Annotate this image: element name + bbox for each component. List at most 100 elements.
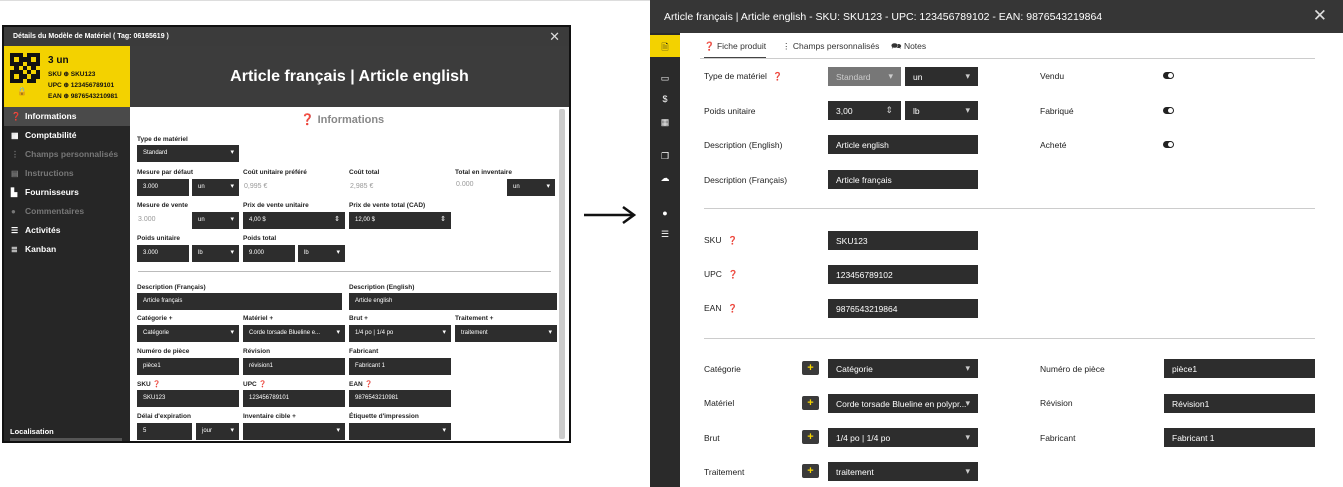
inventaire-cible-label: Inventaire cible +	[243, 413, 296, 420]
type-unit-select[interactable]: un	[905, 67, 978, 86]
sidebar-item-commentaires[interactable]: ● Commentaires	[4, 202, 130, 221]
prix-input[interactable]: 4,00 $	[243, 212, 345, 229]
poids-unit-select[interactable]: lb	[905, 101, 978, 120]
poidstot-input[interactable]: 9.000	[243, 245, 295, 262]
descfr-input[interactable]: Article français	[828, 170, 978, 189]
poids-input[interactable]: 3,00	[828, 101, 901, 120]
tab-champs-personnalises[interactable]: ⋮ Champs personnalisés	[782, 41, 879, 52]
fabrique-label: Fabriqué	[1040, 106, 1074, 116]
materiel-select[interactable]: Corde torsade Blueline en polypr...	[828, 394, 978, 413]
upc-input[interactable]: 123456789102	[828, 265, 978, 284]
prixtot-input[interactable]: 12,00 $	[349, 212, 451, 229]
descen-input[interactable]: Article english	[349, 293, 557, 310]
fabricant-label: Fabricant	[1040, 433, 1076, 443]
delai-unit-select[interactable]: jour	[196, 423, 239, 440]
cubes-icon[interactable]: ☁	[650, 173, 680, 184]
inventaire-unit-select[interactable]: un	[507, 179, 555, 196]
inventaire-cible-select[interactable]	[243, 423, 345, 440]
sidebar-item-informations[interactable]: ❓ Informations	[4, 107, 130, 126]
tab-fiche-produit[interactable]: ❓ Fiche produit	[704, 41, 767, 59]
poids-label: Poids unitaire	[704, 106, 756, 116]
fabrique-toggle[interactable]	[1163, 107, 1174, 114]
help-icon[interactable]: ❓	[728, 270, 738, 279]
mesure-unit-select[interactable]: un	[192, 179, 239, 196]
delai-input[interactable]: 5	[137, 423, 192, 440]
add-traitement-button[interactable]: +	[802, 464, 819, 478]
total-label: Coût total	[349, 169, 380, 176]
revision-input[interactable]: révision1	[243, 358, 345, 375]
ean-input[interactable]: 9876543210981	[349, 390, 451, 407]
descen-input[interactable]: Article english	[828, 135, 978, 154]
brut-label: Brut +	[349, 315, 368, 322]
calculator-icon: ▦	[11, 131, 19, 140]
add-categorie-button[interactable]: +	[802, 361, 819, 375]
informations-panel: ❓ Informations Type de matériel Standard…	[130, 107, 569, 441]
sku-input[interactable]: SKU123	[137, 390, 239, 407]
etiquette-select[interactable]	[349, 423, 451, 440]
close-icon[interactable]: ✕	[549, 29, 560, 45]
brut-select[interactable]: 1/4 po | 1/4 po	[828, 428, 978, 447]
revision-label: Révision	[1040, 398, 1073, 408]
revision-label: Révision	[243, 348, 271, 355]
badge-upc: UPC ⊕ 123456789101	[48, 82, 115, 89]
sidebar-item-comptabilite[interactable]: ▦ Comptabilité	[4, 126, 130, 145]
list-icon: ☰	[11, 226, 19, 235]
add-materiel-button[interactable]: +	[802, 396, 819, 410]
list-icon[interactable]: ☰	[650, 229, 680, 240]
add-brut-button[interactable]: +	[802, 430, 819, 444]
upc-input[interactable]: 123456789101	[243, 390, 345, 407]
sidebar-item-instructions[interactable]: ▤ Instructions	[4, 164, 130, 183]
sidebar-item-kanban[interactable]: ≣ Kanban	[4, 240, 130, 259]
numero-input[interactable]: pièce1	[1164, 359, 1315, 378]
poids-input[interactable]: 3.000	[137, 245, 189, 262]
tab-bar: ❓ Fiche produit ⋮ Champs personnalisés 🗪…	[700, 37, 1343, 59]
numero-input[interactable]: pièce1	[137, 358, 239, 375]
revision-input[interactable]: Révision1	[1164, 394, 1315, 413]
comment-icon[interactable]: ●	[650, 208, 680, 218]
descfr-input[interactable]: Article français	[137, 293, 342, 310]
type-select[interactable]: Standard	[137, 145, 239, 162]
type-select[interactable]: Standard	[828, 67, 901, 86]
help-icon[interactable]: ❓	[727, 236, 737, 245]
vendu-toggle[interactable]	[1163, 72, 1174, 79]
mesure-input[interactable]: 3.000	[137, 179, 189, 196]
poids-unit-select[interactable]: lb	[192, 245, 239, 262]
fabricant-input[interactable]: Fabricant 1	[349, 358, 451, 375]
categorie-select[interactable]: Catégorie	[828, 359, 978, 378]
etiquette-label: Étiquette d'impression	[349, 413, 419, 420]
sidebar-item-label: Activités	[25, 225, 61, 235]
brut-select[interactable]: 1/4 po | 1/4 po	[349, 325, 451, 342]
arrow-right-icon	[584, 205, 637, 225]
vente-value: 3.000	[138, 216, 156, 223]
materiel-label: Matériel	[704, 398, 735, 408]
localisation-select[interactable]: ▾	[10, 438, 122, 441]
dollar-icon[interactable]: $	[650, 94, 680, 104]
close-icon[interactable]: ✕	[1313, 6, 1327, 26]
sku-input[interactable]: SKU123	[828, 231, 978, 250]
qr-code-icon	[10, 53, 40, 83]
sidebar-nav: ❓ Informations ▦ Comptabilité ⋮ Champs pers…	[4, 107, 130, 259]
sidebar-item-fournisseurs[interactable]: ▙ Fournisseurs	[4, 183, 130, 202]
scrollbar[interactable]	[559, 109, 565, 439]
copy-icon[interactable]: ❐	[650, 151, 680, 162]
traitement-select[interactable]: traitement	[828, 462, 978, 481]
fabricant-input[interactable]: Fabricant 1	[1164, 428, 1315, 447]
card-icon[interactable]: ▭	[650, 73, 680, 84]
cout-label: Coût unitaire préféré	[243, 169, 307, 176]
ean-input[interactable]: 9876543219864	[828, 299, 978, 318]
sidebar-item-champs-personnalises[interactable]: ⋮ Champs personnalisés	[4, 145, 130, 164]
poidstot-unit-select[interactable]: lb	[298, 245, 345, 262]
categorie-select[interactable]: Catégorie	[137, 325, 239, 342]
window-title: Détails du Modèle de Matériel ( Tag: 061…	[13, 33, 169, 40]
vente-unit-select[interactable]: un	[192, 212, 239, 229]
tab-notes[interactable]: 🗪 Notes	[891, 41, 926, 55]
type-label: Type de matériel ❓	[704, 71, 783, 81]
help-icon[interactable]: ❓	[773, 72, 783, 81]
sidebar-item-activites[interactable]: ☰ Activités	[4, 221, 130, 240]
calculator-icon[interactable]: ▦	[650, 117, 680, 128]
achete-toggle[interactable]	[1163, 141, 1174, 148]
help-icon[interactable]: ❓	[727, 304, 737, 313]
traitement-select[interactable]: traitement	[455, 325, 557, 342]
product-sheet-icon[interactable]: 🗎	[650, 35, 680, 57]
materiel-select[interactable]: Corde torsade Blueline e...	[243, 325, 345, 342]
